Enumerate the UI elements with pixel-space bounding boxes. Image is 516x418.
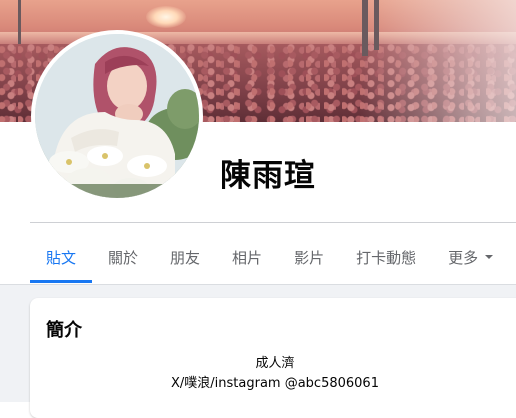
- divider: [30, 222, 516, 223]
- tab-label: 朋友: [170, 248, 201, 267]
- tab-more[interactable]: 更多: [432, 232, 510, 282]
- bio-line: 成人濟: [255, 356, 295, 371]
- cover-sun: [146, 6, 186, 28]
- tab-label: 更多: [448, 248, 479, 267]
- tab-videos[interactable]: 影片: [278, 232, 340, 282]
- tab-check-ins[interactable]: 打卡動態: [340, 232, 432, 282]
- tab-posts[interactable]: 貼文: [30, 232, 93, 283]
- profile-avatar[interactable]: [31, 30, 203, 202]
- tab-label: 關於: [108, 248, 139, 267]
- cover-pole: [374, 0, 379, 50]
- caret-down-icon: [485, 255, 494, 259]
- cover-pole: [362, 0, 368, 56]
- tab-label: 影片: [294, 248, 325, 267]
- profile-name: 陳雨瑄: [220, 158, 316, 194]
- tab-about[interactable]: 關於: [92, 232, 154, 282]
- tab-photos[interactable]: 相片: [216, 232, 278, 282]
- intro-card: 簡介 成人濟 X/噗浪/instagram @abc5806061: [30, 298, 516, 418]
- intro-title: 簡介: [46, 320, 82, 341]
- cover-haze: [360, 0, 516, 122]
- tab-label: 相片: [232, 248, 263, 267]
- tab-friends[interactable]: 朋友: [154, 232, 216, 282]
- cover-pole: [18, 0, 21, 44]
- profile-tabs: 貼文 關於 朋友 相片 影片 打卡動態 更多: [30, 232, 510, 283]
- avatar-photo: [35, 34, 199, 198]
- tab-label: 貼文: [46, 248, 77, 267]
- bio-line: X/噗浪/instagram @abc5806061: [171, 376, 379, 391]
- tab-label: 打卡動態: [356, 248, 417, 267]
